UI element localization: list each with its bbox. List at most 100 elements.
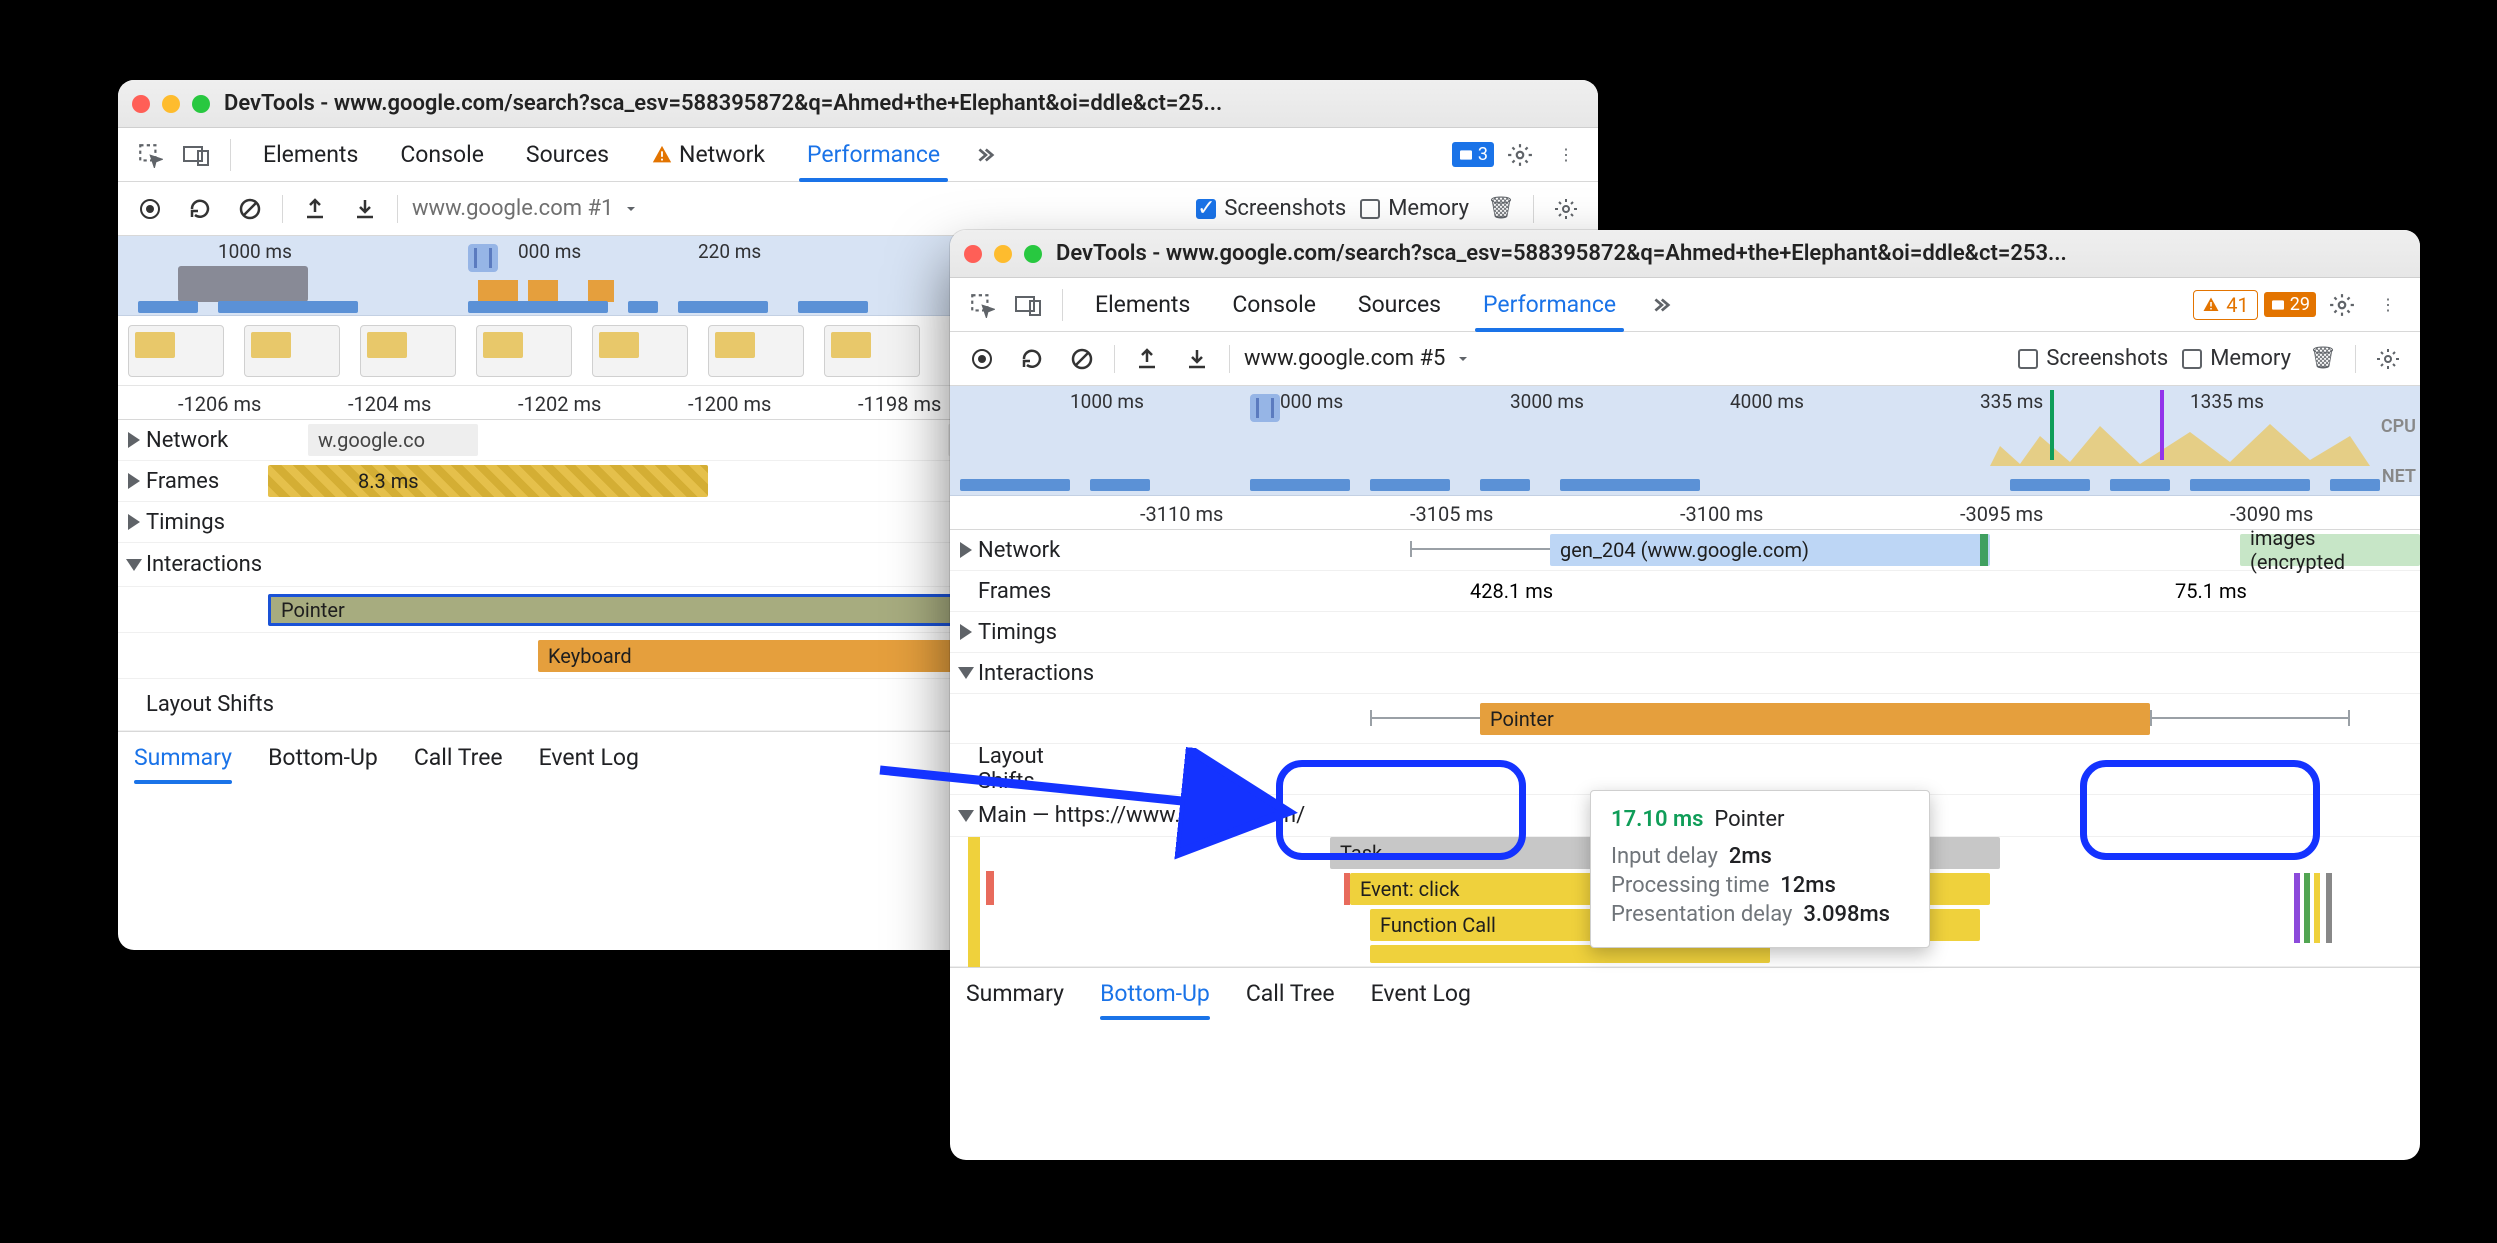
tab-summary[interactable]: Summary <box>966 968 1064 1020</box>
clear-button[interactable] <box>232 191 268 227</box>
reload-button[interactable] <box>182 191 218 227</box>
track-interactions[interactable]: Interactions <box>950 661 1110 686</box>
window-title: DevTools - www.google.com/search?sca_esv… <box>224 91 1584 116</box>
tab-call-tree[interactable]: Call Tree <box>1246 968 1335 1020</box>
settings-icon[interactable] <box>1500 135 1540 175</box>
tab-performance[interactable]: Performance <box>1465 278 1634 332</box>
thumbnail[interactable] <box>824 325 920 377</box>
tab-event-log[interactable]: Event Log <box>539 732 639 784</box>
settings-icon[interactable] <box>2322 285 2362 325</box>
overview-tick: 3000 ms <box>1510 390 1584 413</box>
overview-tick: 220 ms <box>698 240 761 263</box>
more-tabs-icon[interactable] <box>964 135 1004 175</box>
keyboard-label: Keyboard <box>548 644 632 668</box>
toolbar-b: www.google.com #5 Screenshots Memory 🗑 <box>950 332 2420 386</box>
bottom-tabs-b: Summary Bottom-Up Call Tree Event Log <box>950 967 2420 1019</box>
tab-summary[interactable]: Summary <box>134 732 232 784</box>
traffic-lights[interactable] <box>132 95 210 113</box>
tab-network[interactable]: Network <box>633 128 783 182</box>
record-button[interactable] <box>964 341 1000 377</box>
toolbar-settings-icon[interactable] <box>1548 191 1584 227</box>
memory-checkbox[interactable]: Memory <box>1360 196 1469 221</box>
thumbnail[interactable] <box>592 325 688 377</box>
upload-icon[interactable] <box>1129 341 1165 377</box>
overview-tick: 1335 ms <box>2190 390 2264 413</box>
clear-button[interactable] <box>1064 341 1100 377</box>
screenshots-label: Screenshots <box>2046 346 2168 371</box>
traffic-lights[interactable] <box>964 245 1042 263</box>
overview-b[interactable]: 1000 ms 000 ms 3000 ms 4000 ms 335 ms 13… <box>950 386 2420 496</box>
record-button[interactable] <box>132 191 168 227</box>
memory-label: Memory <box>2210 346 2291 371</box>
ruler-tick: -1204 ms <box>348 392 431 416</box>
tab-sources[interactable]: Sources <box>1340 278 1459 332</box>
tab-bottom-up[interactable]: Bottom-Up <box>1100 968 1210 1020</box>
network-item[interactable]: images (encrypted <box>2240 534 2420 566</box>
thumbnail[interactable] <box>708 325 804 377</box>
tab-call-tree[interactable]: Call Tree <box>414 732 503 784</box>
network-item[interactable]: w.google.co <box>308 424 478 456</box>
screenshots-checkbox[interactable]: Screenshots <box>2018 346 2168 371</box>
toolbar-settings-icon[interactable] <box>2370 341 2406 377</box>
thumbnail[interactable] <box>244 325 340 377</box>
tab-sources[interactable]: Sources <box>508 128 627 182</box>
track-timings[interactable]: Timings <box>950 620 1110 645</box>
inspect-icon[interactable] <box>130 135 170 175</box>
profile-select[interactable]: www.google.com #5 <box>1244 346 1471 371</box>
overview-tick: 1000 ms <box>218 240 292 263</box>
upload-icon[interactable] <box>297 191 333 227</box>
memory-checkbox[interactable]: Memory <box>2182 346 2291 371</box>
tab-elements[interactable]: Elements <box>245 128 376 182</box>
ruler-tick: -1198 ms <box>858 392 941 416</box>
ruler-b[interactable]: -3110 ms -3105 ms -3100 ms -3095 ms -309… <box>950 496 2420 530</box>
tab-event-log[interactable]: Event Log <box>1371 968 1471 1020</box>
kebab-icon[interactable]: ⋮ <box>1546 135 1586 175</box>
track-timings[interactable]: Timings <box>118 510 308 535</box>
thumbnail[interactable] <box>128 325 224 377</box>
inspect-icon[interactable] <box>962 285 1002 325</box>
ruler-tick: -3090 ms <box>2230 502 2313 526</box>
issues-badge[interactable]: 29 <box>2264 292 2316 317</box>
issues-count: 29 <box>2290 294 2310 315</box>
chevron-down-icon <box>1455 351 1471 367</box>
track-frames[interactable]: Frames <box>950 579 1110 604</box>
reload-button[interactable] <box>1014 341 1050 377</box>
more-tabs-icon[interactable] <box>1640 285 1680 325</box>
annotation-highlight-left <box>1276 760 1526 860</box>
track-layout-shifts[interactable]: Layout Shifts <box>118 692 308 717</box>
warning-badge[interactable]: 41 <box>2193 290 2257 320</box>
frame-bar[interactable]: 8.3 ms <box>268 465 708 497</box>
pointer-bar[interactable]: Pointer <box>268 594 1028 626</box>
trash-icon[interactable]: 🗑 <box>2305 341 2341 377</box>
device-toggle-icon[interactable] <box>1008 285 1048 325</box>
thumbnail[interactable] <box>476 325 572 377</box>
device-toggle-icon[interactable] <box>176 135 216 175</box>
tab-bottom-up[interactable]: Bottom-Up <box>268 732 378 784</box>
download-icon[interactable] <box>1179 341 1215 377</box>
network-item[interactable]: gen_204 (www.google.com) <box>1550 534 1990 566</box>
tab-console[interactable]: Console <box>382 128 502 182</box>
screenshots-checkbox[interactable]: ✓Screenshots <box>1196 196 1346 221</box>
titlebar-b: DevTools - www.google.com/search?sca_esv… <box>950 230 2420 278</box>
hover-tooltip: 17.10 ms Pointer Input delay 2ms Process… <box>1590 790 1930 948</box>
warning-icon <box>2202 296 2220 314</box>
trash-icon[interactable]: 🗑 <box>1483 191 1519 227</box>
pointer-bar[interactable]: Pointer <box>1480 703 2150 735</box>
track-interactions[interactable]: Interactions <box>118 552 308 577</box>
issues-badge[interactable]: 3 <box>1452 142 1494 167</box>
tab-performance[interactable]: Performance <box>789 128 958 182</box>
track-network[interactable]: Network <box>950 538 1110 563</box>
ruler-tick: -3110 ms <box>1140 502 1223 526</box>
thumbnail[interactable] <box>360 325 456 377</box>
track-network[interactable]: Network <box>118 428 308 453</box>
overview-handle[interactable] <box>1250 394 1280 422</box>
tab-console[interactable]: Console <box>1214 278 1334 332</box>
tab-elements[interactable]: Elements <box>1077 278 1208 332</box>
download-icon[interactable] <box>347 191 383 227</box>
frame-value: 8.3 ms <box>358 469 419 493</box>
profile-select[interactable]: www.google.com #1 <box>412 196 639 221</box>
func-label: Function Call <box>1380 913 1496 937</box>
kebab-icon[interactable]: ⋮ <box>2368 285 2408 325</box>
titlebar-a: DevTools - www.google.com/search?sca_esv… <box>118 80 1598 128</box>
overview-handle[interactable] <box>468 244 498 272</box>
